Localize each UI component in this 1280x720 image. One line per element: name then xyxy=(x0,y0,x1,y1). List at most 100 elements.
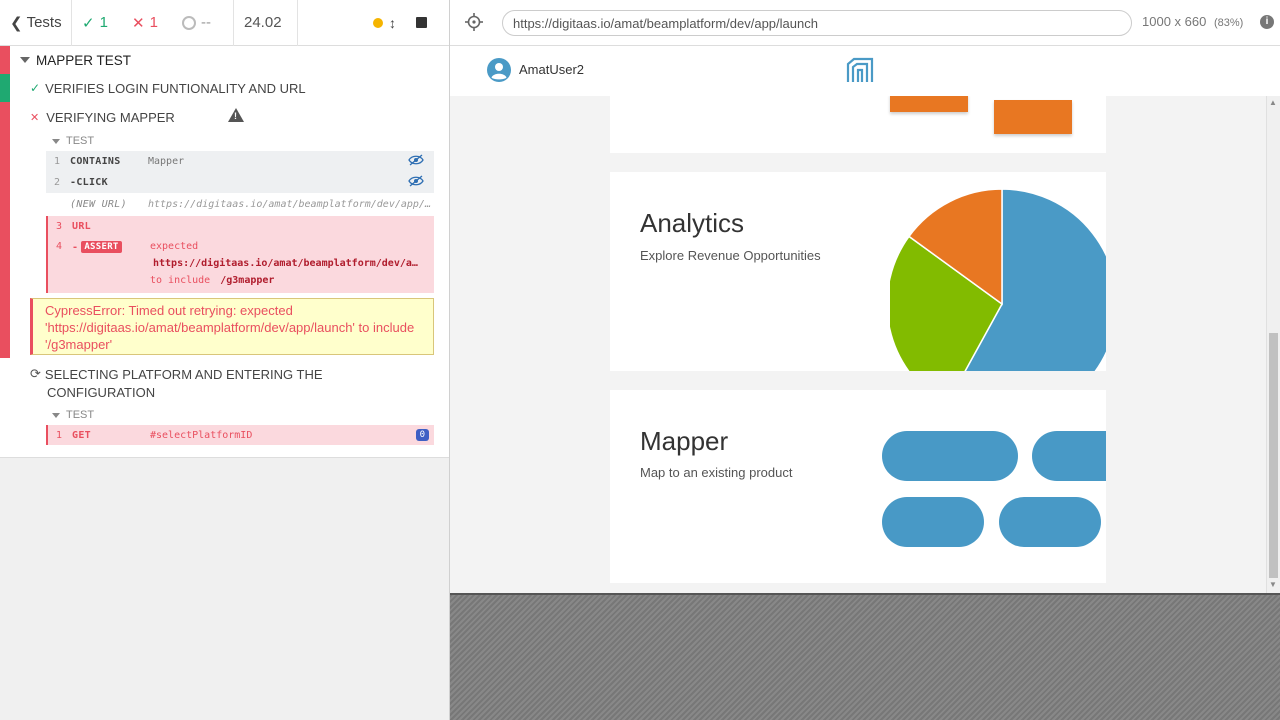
test-row-3[interactable]: ⟳ SELECTING PLATFORM AND ENTERING THE xyxy=(30,366,323,382)
caret-down-icon xyxy=(52,412,60,418)
updown-arrow-icon: ↕ xyxy=(389,14,396,31)
command-number: 1 xyxy=(53,156,60,167)
caret-down-icon xyxy=(20,57,30,63)
pill-shape xyxy=(882,497,984,547)
pill-shape xyxy=(1032,431,1106,481)
element-count-badge: 0 xyxy=(415,429,429,441)
logo-icon[interactable] xyxy=(845,56,875,89)
viewport-size: 1000 x 660 xyxy=(1142,14,1207,29)
command-name: URL xyxy=(72,221,91,232)
auto-scroll-toggle[interactable]: ↕ xyxy=(298,0,406,46)
test-title: SELECTING PLATFORM AND ENTERING THE xyxy=(44,366,323,382)
running-dot-icon xyxy=(373,17,383,28)
pill-shape xyxy=(882,431,1018,481)
command-row-failed[interactable]: 1 GET #selectPlatformID 0 xyxy=(46,425,434,445)
assert-message: expected https://digitaas.io/amat/beampl… xyxy=(150,238,434,289)
command-name: GET xyxy=(72,429,91,441)
scroll-down-arrow-icon[interactable]: ▼ xyxy=(1269,580,1277,589)
pending-circle-icon xyxy=(182,15,196,30)
error-message-box[interactable]: CypressError: Timed out retrying: expect… xyxy=(30,298,434,355)
assert-url: https://digitaas.io/amat/beamplatform/de… xyxy=(153,258,419,269)
command-number: 1 xyxy=(55,429,62,441)
user-name[interactable]: AmatUser2 xyxy=(519,62,584,77)
command-name: CONTAINS xyxy=(70,156,121,167)
test-row-2[interactable]: ✕ VERIFYING MAPPER xyxy=(30,109,175,125)
selector-playground-icon[interactable] xyxy=(465,13,483,36)
aut-header: https://digitaas.io/amat/beamplatform/de… xyxy=(450,0,1280,46)
check-icon: ✓ xyxy=(30,81,41,95)
reporter-panel: ❮ Tests ✓ 1 ✕ 1 -- 24.02 ↕ MAPPER TEST ✓… xyxy=(0,0,450,720)
failed-stat[interactable]: ✕ 1 xyxy=(122,0,172,46)
stop-icon xyxy=(416,17,427,28)
x-icon: ✕ xyxy=(132,14,145,32)
x-icon: ✕ xyxy=(30,111,40,124)
aut-frame-background xyxy=(450,593,1280,720)
test-fail-strip xyxy=(0,102,10,358)
checkmark-icon: ✓ xyxy=(82,14,95,32)
hook-header[interactable]: TEST xyxy=(52,134,94,148)
test-row-1[interactable]: ✓ VERIFIES LOGIN FUNTIONALITY AND URL xyxy=(30,80,306,96)
command-message: https://digitaas.io/amat/beamplatform/de… xyxy=(148,198,434,210)
user-avatar-icon[interactable] xyxy=(487,58,511,87)
assert-badge: ASSERT xyxy=(81,241,122,253)
command-row[interactable]: 1 CONTAINS Mapper xyxy=(46,151,434,172)
command-name: (NEW URL) xyxy=(70,198,127,210)
command-name: - ASSERT xyxy=(72,241,150,253)
card-top[interactable] xyxy=(610,94,1106,153)
test-pass-strip xyxy=(0,74,10,102)
warning-icon: ! xyxy=(228,108,244,122)
duration-value: 24.02 xyxy=(244,14,282,31)
duration: 24.02 xyxy=(234,0,298,46)
refresh-icon: ⟳ xyxy=(30,366,41,381)
command-number: 4 xyxy=(55,241,62,252)
suite-title: MAPPER TEST xyxy=(36,52,132,68)
eye-slash-icon xyxy=(408,154,424,169)
scrollbar-thumb[interactable] xyxy=(1269,333,1278,578)
new-url-row: (NEW URL) https://digitaas.io/amat/beamp… xyxy=(46,194,434,214)
orange-block xyxy=(890,94,968,112)
command-number: 3 xyxy=(55,221,62,232)
app-header: AmatUser2 xyxy=(450,46,1280,96)
failed-count: 1 xyxy=(149,14,158,31)
pill-shape xyxy=(999,497,1101,547)
scroll-up-arrow-icon[interactable]: ▲ xyxy=(1269,98,1277,107)
command-row-failed[interactable]: 3 URL xyxy=(46,216,434,237)
eye-slash-icon xyxy=(408,175,424,190)
error-text: CypressError: Timed out retrying: expect… xyxy=(45,303,415,352)
command-message: #selectPlatformID xyxy=(150,429,253,441)
analytics-card[interactable]: Analytics Explore Revenue Opportunities xyxy=(610,172,1106,371)
runnable-list: MAPPER TEST ✓ VERIFIES LOGIN FUNTIONALIT… xyxy=(0,46,449,458)
tests-back-button[interactable]: ❮ Tests xyxy=(0,0,72,46)
card-subtitle: Explore Revenue Opportunities xyxy=(640,248,821,263)
command-message: Mapper xyxy=(148,156,185,167)
pie-chart xyxy=(890,188,1106,371)
test-title-continued: CONFIGURATION xyxy=(47,384,156,400)
pending-stat[interactable]: -- xyxy=(172,0,234,46)
hook-header[interactable]: TEST xyxy=(52,408,94,422)
test-title: VERIFIES LOGIN FUNTIONALITY AND URL xyxy=(45,80,306,96)
pending-count: -- xyxy=(201,14,211,31)
command-number: 2 xyxy=(53,177,60,188)
suite-state-strip xyxy=(0,46,10,74)
suite-row[interactable]: MAPPER TEST xyxy=(20,52,131,68)
app-frame: Analytics Explore Revenue Opportunities … xyxy=(450,46,1280,593)
passed-stat[interactable]: ✓ 1 xyxy=(72,0,122,46)
scrollbar[interactable]: ▲ ▼ xyxy=(1266,96,1280,593)
hook-label: TEST xyxy=(66,135,95,147)
assert-row[interactable]: 4 - ASSERT expected https://digitaas.io/… xyxy=(46,237,434,293)
reporter-header: ❮ Tests ✓ 1 ✕ 1 -- 24.02 ↕ xyxy=(0,0,449,46)
chevron-left-icon: ❮ xyxy=(10,14,23,32)
info-icon[interactable]: i xyxy=(1260,15,1274,29)
stop-button[interactable] xyxy=(406,0,446,46)
tests-label: Tests xyxy=(26,14,62,31)
assert-to-include: to include xyxy=(150,275,211,286)
passed-count: 1 xyxy=(99,14,108,31)
zoom-level: (83%) xyxy=(1213,17,1244,29)
card-title: Analytics xyxy=(640,208,745,238)
card-subtitle: Map to an existing product xyxy=(640,465,793,480)
command-row[interactable]: 2 -CLICK xyxy=(46,172,434,193)
hook-label: TEST xyxy=(66,409,95,421)
assert-dash: - xyxy=(72,241,79,253)
url-bar[interactable]: https://digitaas.io/amat/beamplatform/de… xyxy=(502,10,1132,36)
mapper-card[interactable]: Mapper Map to an existing product xyxy=(610,390,1106,583)
